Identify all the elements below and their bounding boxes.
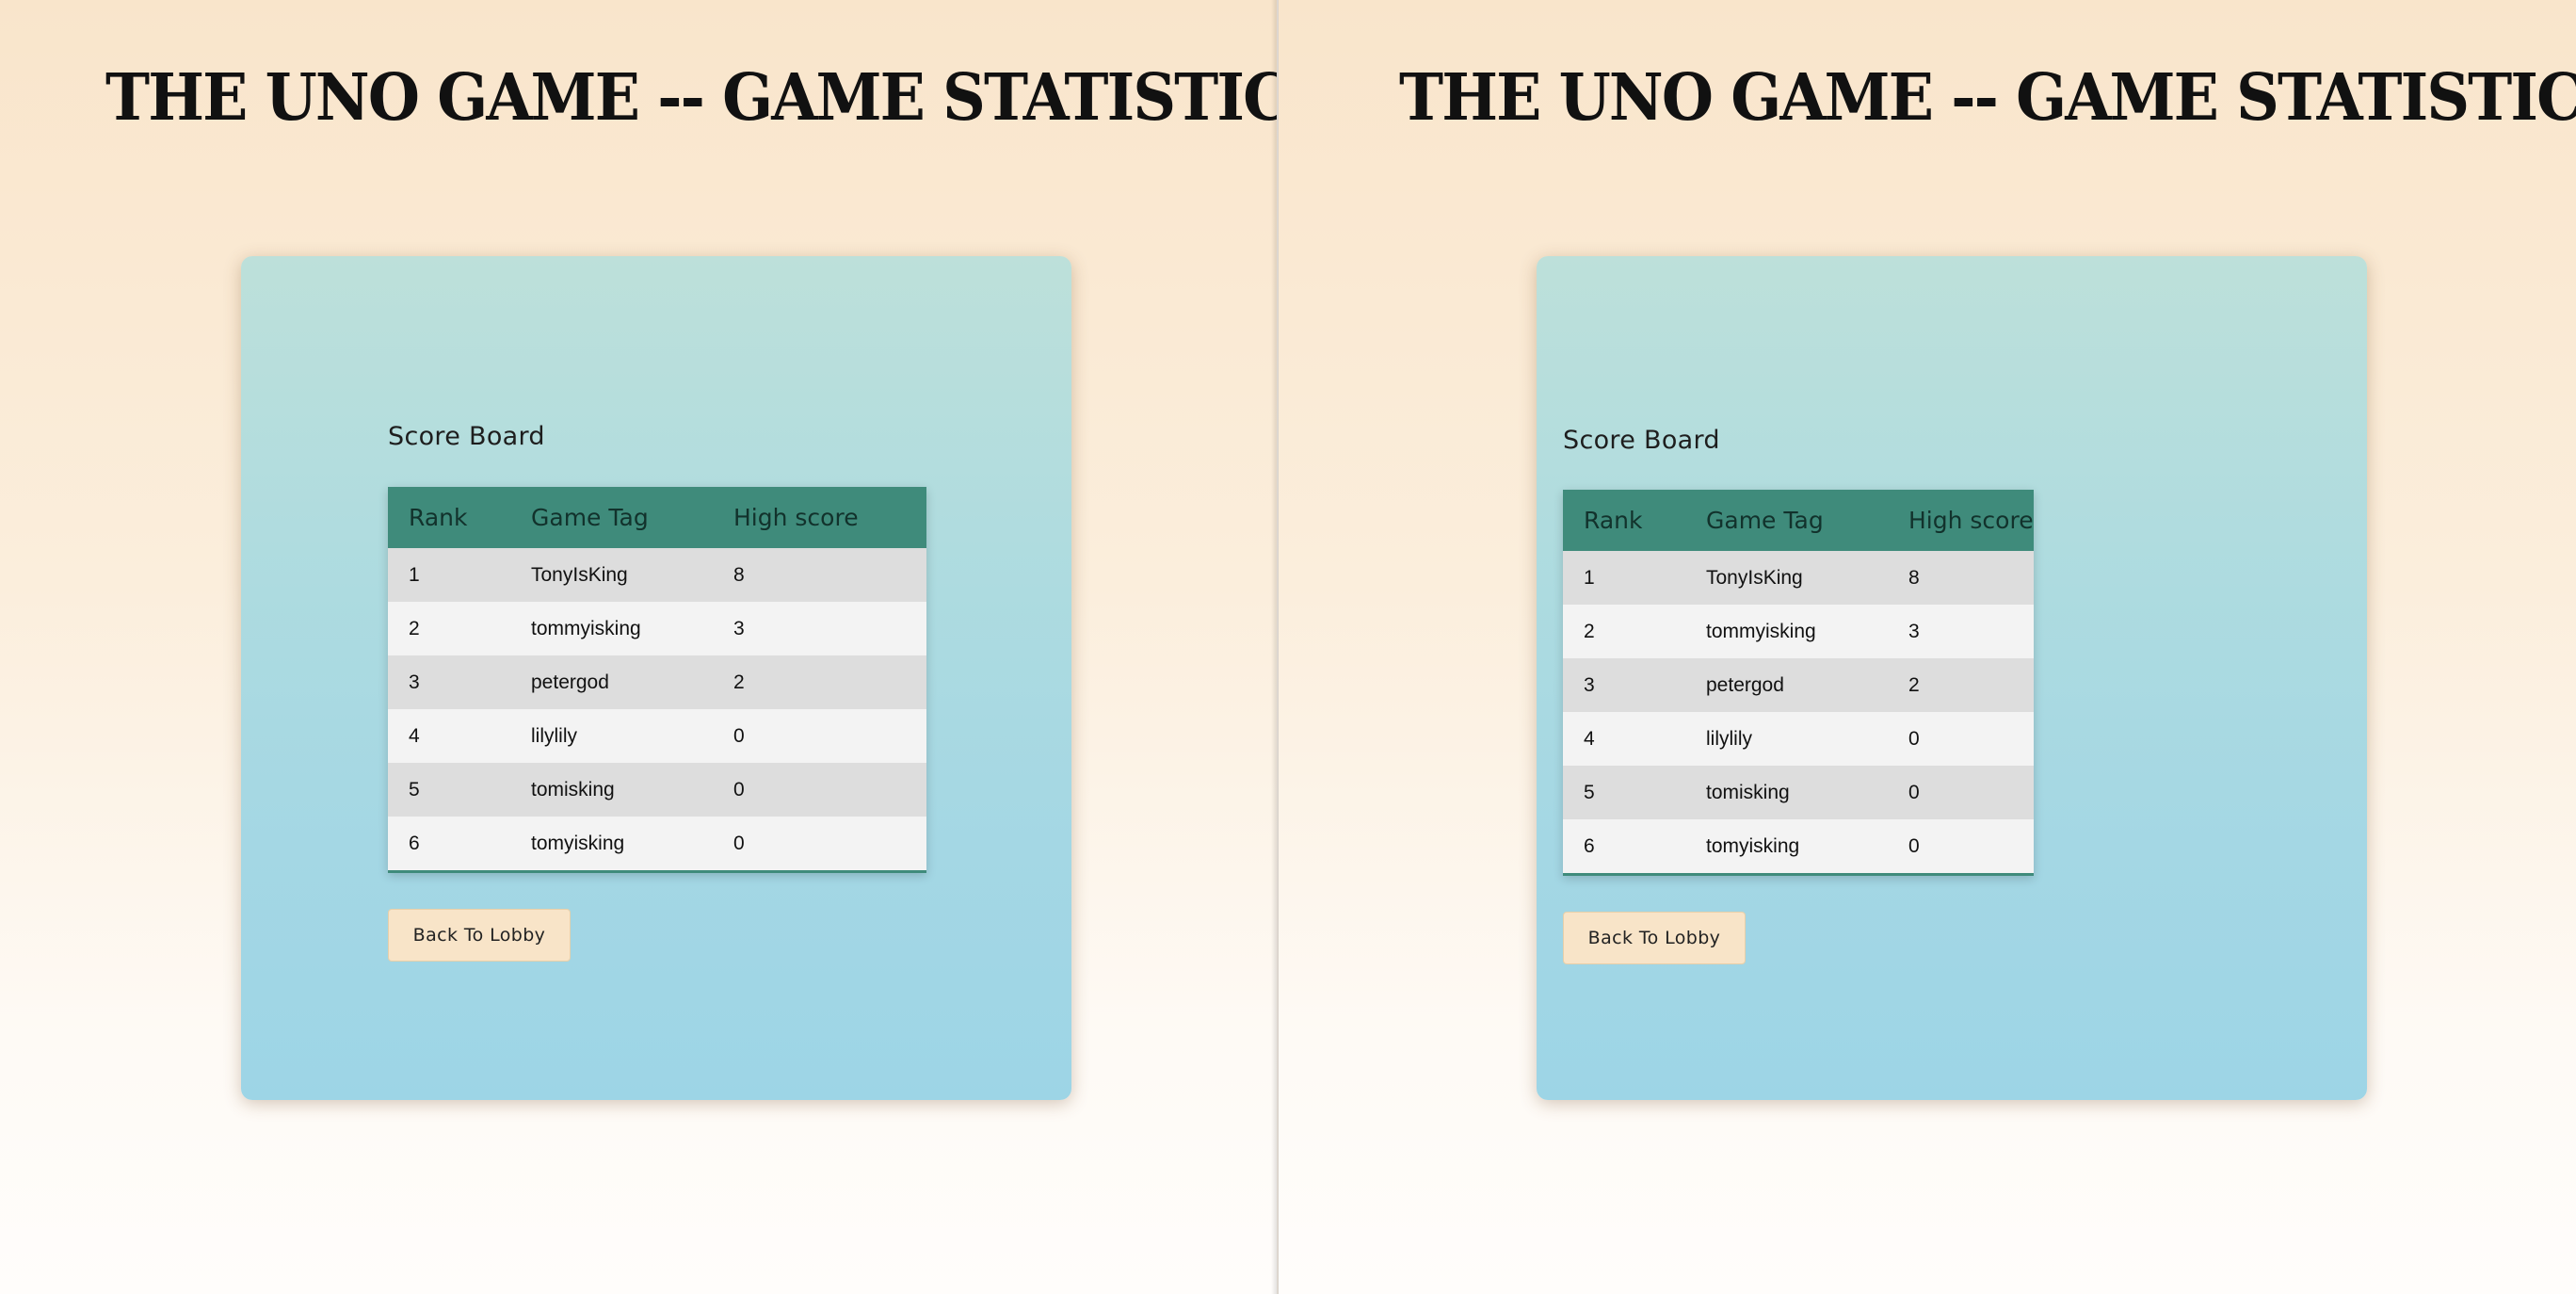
game-tag-cell: tommyisking (510, 602, 713, 655)
rank-cell: 5 (388, 763, 510, 817)
column-header-high-score: High score (713, 487, 926, 548)
column-header-rank: Rank (388, 487, 510, 548)
scoreboard-table: Rank Game Tag High score 1 TonyIsKing 8 … (1563, 490, 2034, 876)
game-tag-cell: lilylily (1685, 712, 1888, 766)
table-header-row: Rank Game Tag High score (388, 487, 926, 548)
left-window: THE UNO GAME -- GAME STATISTICS Score Bo… (0, 0, 1277, 1294)
high-score-cell: 3 (713, 602, 926, 655)
column-header-game-tag: Game Tag (510, 487, 713, 548)
rank-cell: 3 (1563, 658, 1685, 712)
game-tag-cell: tomyisking (1685, 819, 1888, 876)
game-tag-cell: petergod (510, 655, 713, 709)
table-row: 6 tomyisking 0 (388, 817, 926, 873)
high-score-cell: 0 (713, 763, 926, 817)
scoreboard-title: Score Board (1563, 426, 1720, 455)
high-score-cell: 8 (713, 548, 926, 602)
rank-cell: 1 (1563, 551, 1685, 605)
game-tag-cell: tomisking (510, 763, 713, 817)
high-score-cell: 0 (713, 817, 926, 873)
high-score-cell: 2 (1888, 658, 2034, 712)
game-tag-cell: tomisking (1685, 766, 1888, 819)
table-row: 1 TonyIsKing 8 (1563, 551, 2034, 605)
game-tag-cell: lilylily (510, 709, 713, 763)
scoreboard-card: Score Board Rank Game Tag High score 1 T… (241, 256, 1071, 1100)
high-score-cell: 8 (1888, 551, 2034, 605)
rank-cell: 4 (1563, 712, 1685, 766)
table-row: 4 lilylily 0 (388, 709, 926, 763)
column-header-game-tag: Game Tag (1685, 490, 1888, 551)
column-header-high-score: High score (1888, 490, 2034, 551)
back-to-lobby-button[interactable]: Back To Lobby (388, 909, 571, 962)
table-row: 4 lilylily 0 (1563, 712, 2034, 766)
rank-cell: 4 (388, 709, 510, 763)
table-row: 2 tommyisking 3 (388, 602, 926, 655)
back-to-lobby-button[interactable]: Back To Lobby (1563, 912, 1746, 964)
table-row: 3 petergod 2 (388, 655, 926, 709)
game-tag-cell: petergod (1685, 658, 1888, 712)
game-tag-cell: tomyisking (510, 817, 713, 873)
page-title: THE UNO GAME -- GAME STATISTICS (1399, 59, 2576, 136)
rank-cell: 5 (1563, 766, 1685, 819)
rank-cell: 2 (388, 602, 510, 655)
scoreboard-table: Rank Game Tag High score 1 TonyIsKing 8 … (388, 487, 926, 873)
high-score-cell: 0 (713, 709, 926, 763)
rank-cell: 1 (388, 548, 510, 602)
table-row: 1 TonyIsKing 8 (388, 548, 926, 602)
table-row: 2 tommyisking 3 (1563, 605, 2034, 658)
rank-cell: 6 (1563, 819, 1685, 876)
scoreboard-title: Score Board (388, 422, 545, 451)
rank-cell: 2 (1563, 605, 1685, 658)
game-tag-cell: tommyisking (1685, 605, 1888, 658)
high-score-cell: 0 (1888, 712, 2034, 766)
table-row: 5 tomisking 0 (388, 763, 926, 817)
high-score-cell: 3 (1888, 605, 2034, 658)
column-header-rank: Rank (1563, 490, 1685, 551)
rank-cell: 6 (388, 817, 510, 873)
game-tag-cell: TonyIsKing (1685, 551, 1888, 605)
table-row: 5 tomisking 0 (1563, 766, 2034, 819)
high-score-cell: 2 (713, 655, 926, 709)
table-row: 6 tomyisking 0 (1563, 819, 2034, 876)
page-title: THE UNO GAME -- GAME STATISTICS (105, 59, 1277, 136)
table-row: 3 petergod 2 (1563, 658, 2034, 712)
high-score-cell: 0 (1888, 819, 2034, 876)
high-score-cell: 0 (1888, 766, 2034, 819)
rank-cell: 3 (388, 655, 510, 709)
scoreboard-card: Score Board Rank Game Tag High score 1 T… (1537, 256, 2367, 1100)
table-header-row: Rank Game Tag High score (1563, 490, 2034, 551)
right-window: THE UNO GAME -- GAME STATISTICS Score Bo… (1279, 0, 2576, 1294)
game-tag-cell: TonyIsKing (510, 548, 713, 602)
